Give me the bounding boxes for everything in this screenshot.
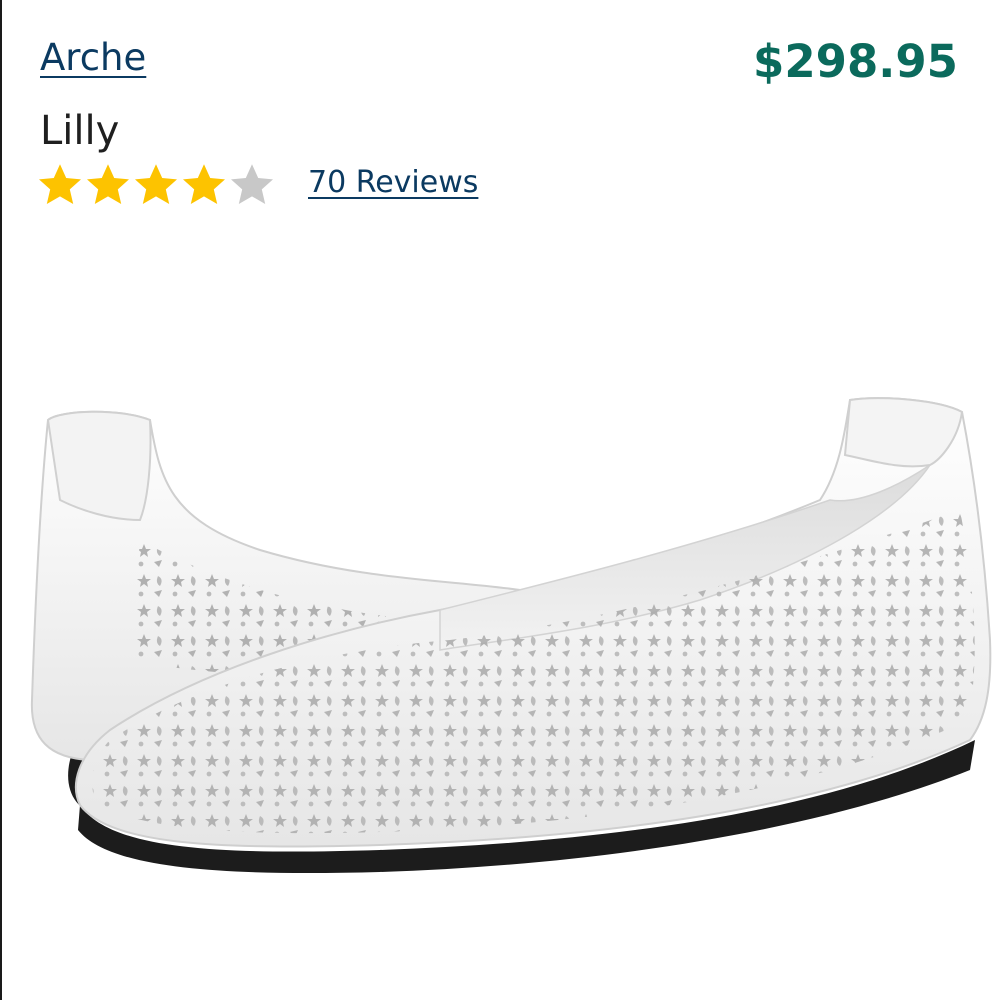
star-icon	[87, 164, 129, 204]
star-icon	[135, 164, 177, 204]
product-card: Arche $298.95 Lilly 70 Reviews	[0, 0, 1000, 1000]
star-icon	[231, 164, 273, 204]
product-name: Lilly	[40, 108, 120, 154]
star-icon	[183, 164, 225, 204]
star-rating	[36, 161, 276, 209]
brand-link[interactable]: Arche	[40, 34, 146, 82]
reviews-link[interactable]: 70 Reviews	[308, 163, 478, 203]
product-price: $298.95	[753, 35, 958, 88]
star-icon	[39, 164, 81, 204]
product-photo-shoes[interactable]	[0, 360, 1000, 880]
